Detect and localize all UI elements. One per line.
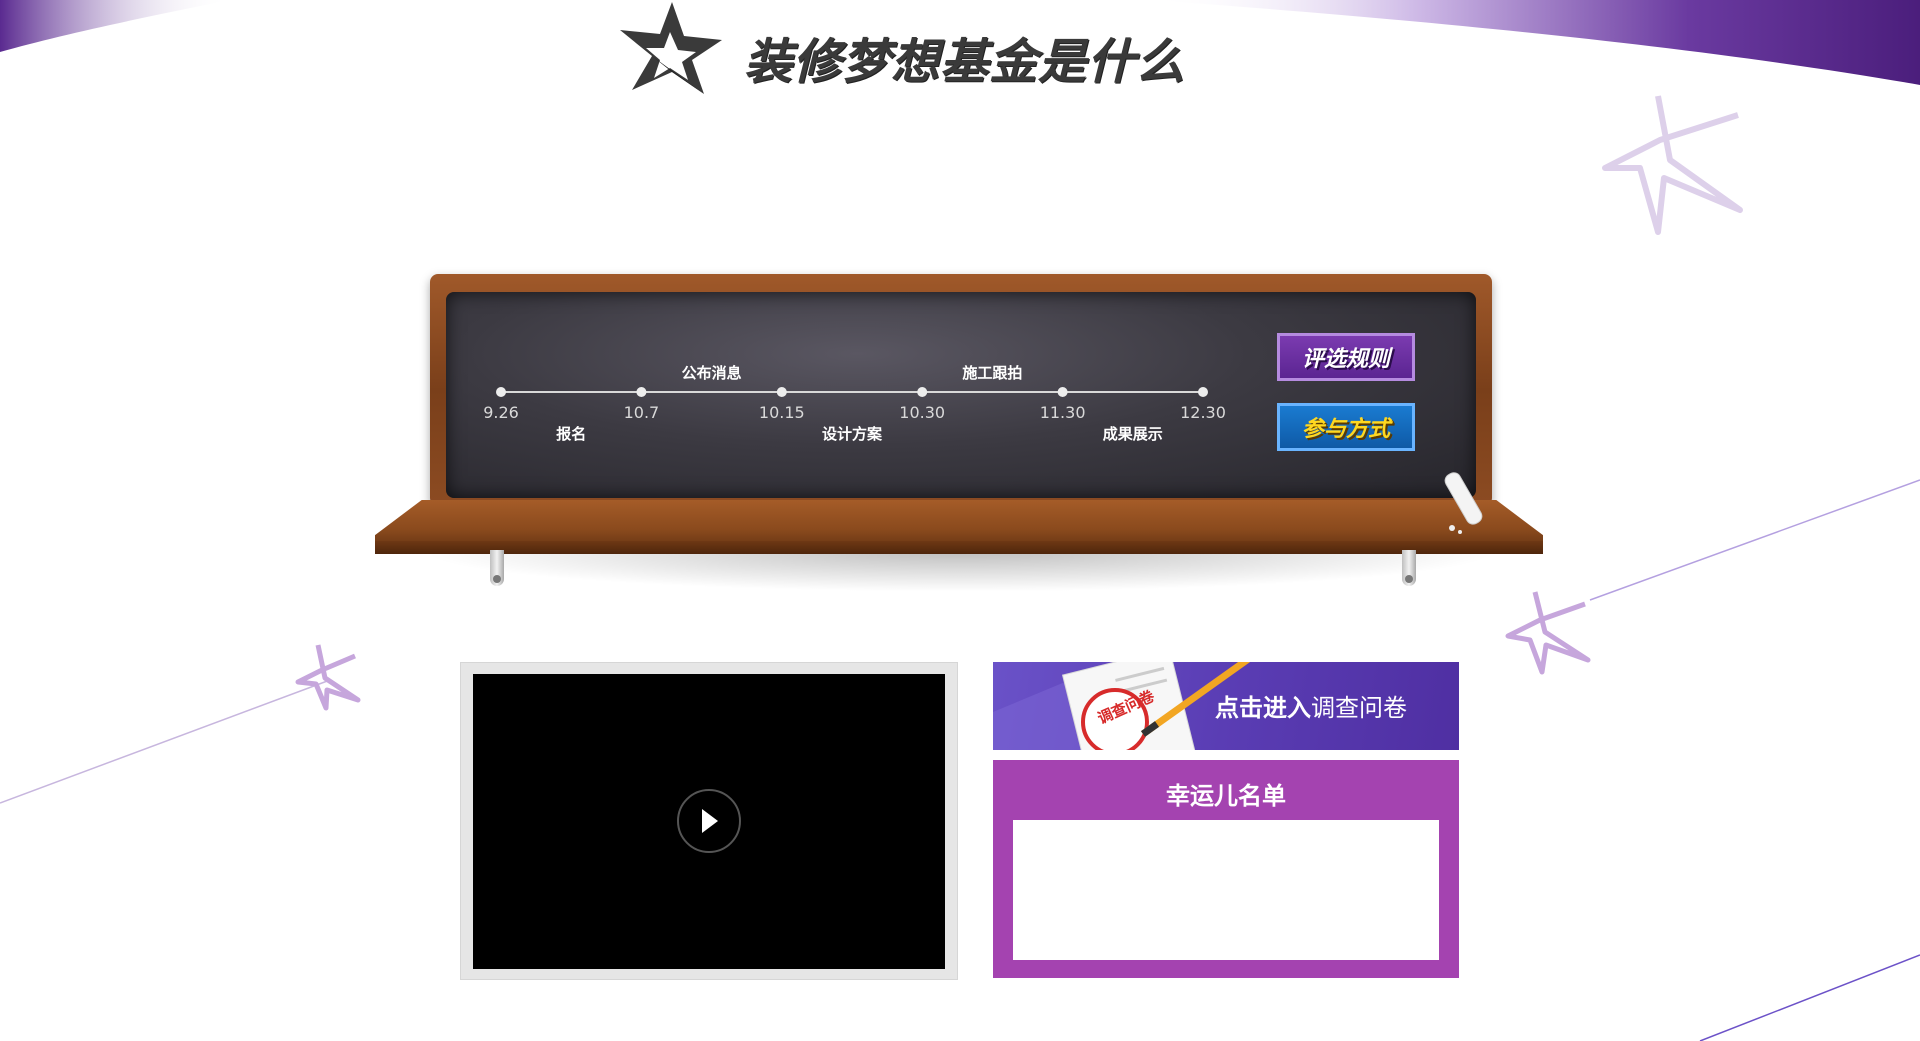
timeline-date: 10.15 (759, 403, 805, 422)
survey-text-strong: 点击进入 (1215, 694, 1311, 722)
timeline-lower-label: 设计方案 (822, 425, 883, 443)
timeline-dot (1057, 387, 1068, 397)
star-logo-icon (620, 2, 722, 94)
page-root: 装修梦想基金是什么 9.26 10.7 10.15 10.30 11.30 12.30 公布… (0, 0, 1920, 1041)
play-icon (702, 809, 718, 833)
timeline-dot (917, 387, 928, 397)
play-button[interactable] (677, 789, 741, 853)
survey-text-rest: 调查问卷 (1311, 694, 1407, 722)
survey-banner[interactable]: 调查问卷 点击进入调查问卷 (993, 662, 1459, 750)
survey-text: 点击进入调查问卷 (1215, 688, 1407, 723)
chalk-icon (1444, 472, 1483, 534)
shelf-bracket-right (1402, 550, 1416, 586)
timeline-lower-label: 成果展示 (1103, 425, 1163, 443)
lucky-winners-panel: 幸运儿名单 (993, 760, 1459, 978)
lucky-winners-list (1013, 820, 1439, 960)
diagonal-line-left (0, 679, 331, 804)
star-outline-icon (295, 644, 361, 711)
diagonal-line-bottom (1699, 954, 1920, 1041)
shelf-shadow (420, 552, 1500, 592)
join-method-button[interactable]: 参与方式 (1277, 403, 1415, 451)
timeline-lower-label: 报名 (556, 425, 586, 443)
timeline-upper-label: 公布消息 (682, 364, 742, 382)
shelf-bracket-left (490, 550, 504, 586)
timeline-date: 9.26 (483, 403, 519, 422)
diagonal-line-right (1589, 479, 1920, 601)
timeline-date: 10.7 (624, 403, 660, 422)
timeline-date: 10.30 (899, 403, 945, 422)
page-title: 装修梦想基金是什么 (744, 34, 1186, 90)
star-outline-icon (1505, 591, 1591, 675)
timeline-upper-label: 施工跟拍 (962, 364, 1022, 382)
shelf-edge (375, 541, 1543, 554)
timeline-dot (776, 387, 787, 397)
page-header: 装修梦想基金是什么 (600, 0, 1320, 100)
rules-button[interactable]: 评选规则 (1277, 333, 1415, 381)
timeline-dot (1198, 387, 1208, 397)
timeline-dot (636, 387, 647, 397)
timeline: 9.26 10.7 10.15 10.30 11.30 12.30 公布消息 施工跟拍报名 设计… (483, 364, 1226, 443)
timeline-dot (496, 387, 506, 397)
top-left-ribbon (0, 0, 230, 52)
star-outline-icon (1602, 95, 1743, 235)
timeline-date: 12.30 (1180, 403, 1226, 422)
lucky-winners-title: 幸运儿名单 (1166, 782, 1286, 810)
timeline-date: 11.30 (1040, 403, 1086, 422)
